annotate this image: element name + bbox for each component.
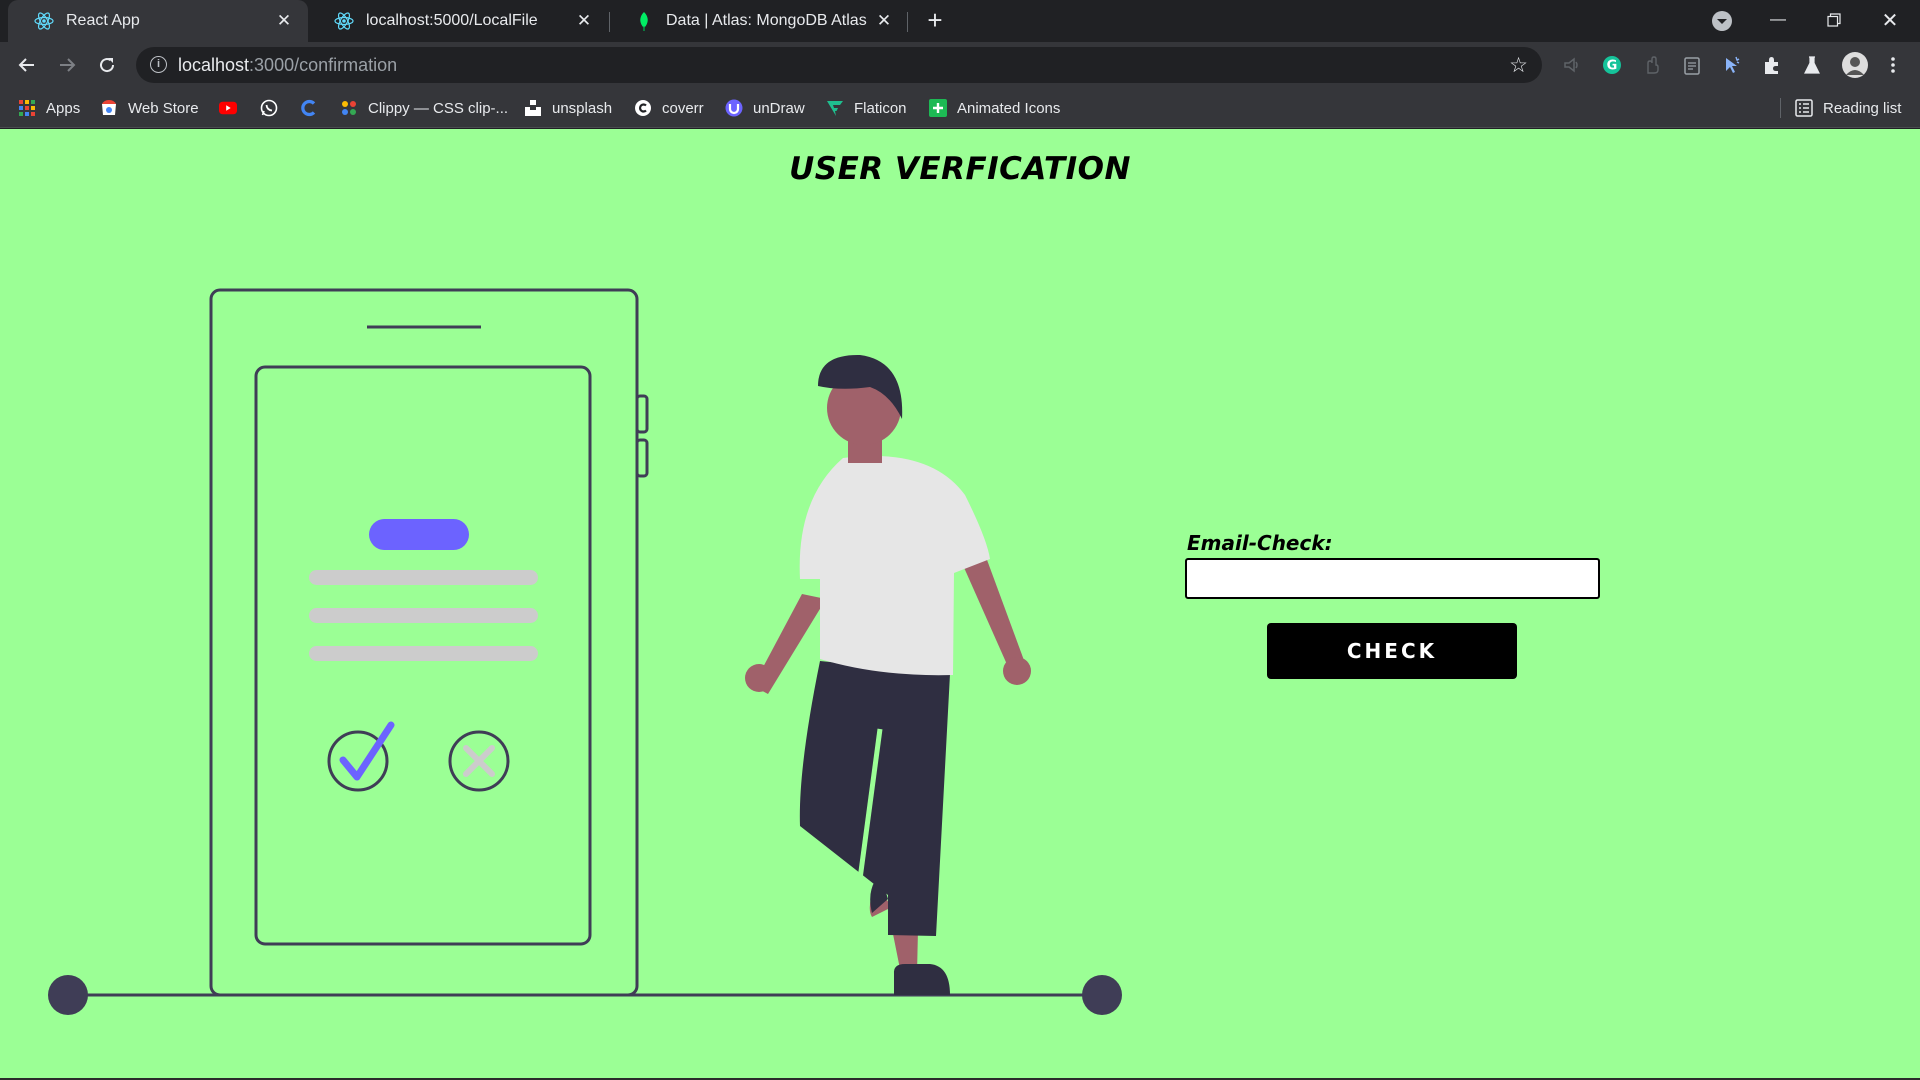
tab-localfile[interactable]: localhost:5000/LocalFile ✕ bbox=[308, 0, 608, 42]
clippy-icon bbox=[340, 99, 358, 117]
profile-avatar[interactable] bbox=[1841, 51, 1869, 79]
bookmark-separator bbox=[1780, 98, 1781, 118]
tab-close-icon[interactable]: ✕ bbox=[272, 9, 296, 33]
kebab-menu-icon[interactable] bbox=[1882, 54, 1904, 76]
minimize-icon[interactable]: — bbox=[1752, 0, 1804, 40]
tab-strip: React App ✕ localhost:5000/LocalFile ✕ D… bbox=[0, 0, 1920, 42]
tab-label: React App bbox=[66, 12, 140, 29]
react-icon bbox=[34, 11, 54, 31]
tab-react-app[interactable]: React App ✕ bbox=[8, 0, 308, 42]
new-tab-plus-icon[interactable]: + bbox=[921, 7, 949, 35]
web-store-icon bbox=[100, 99, 118, 117]
bookmark-web-store[interactable]: Web Store bbox=[100, 96, 199, 120]
bookmark-clippy[interactable]: Clippy — CSS clip-... bbox=[340, 96, 508, 120]
react-icon bbox=[334, 11, 354, 31]
bookmark-label: Flaticon bbox=[854, 99, 907, 117]
mongodb-leaf-icon bbox=[634, 11, 654, 31]
bookmark-label: coverr bbox=[662, 99, 704, 117]
tab-close-icon[interactable]: ✕ bbox=[872, 9, 896, 33]
tab-label: Data | Atlas: MongoDB Atlas bbox=[666, 12, 867, 29]
flaticon-icon bbox=[826, 99, 844, 117]
tab-label: localhost:5000/LocalFile bbox=[366, 12, 538, 29]
coverr-icon bbox=[634, 99, 652, 117]
bookmarks-bar: Apps Web Store Clippy — CSS clip-... uns… bbox=[0, 88, 1920, 128]
site-info-icon[interactable]: i bbox=[150, 56, 167, 73]
check-button[interactable]: CHECK bbox=[1267, 623, 1517, 679]
bookmark-whatsapp[interactable] bbox=[260, 96, 288, 120]
verification-illustration bbox=[48, 288, 1122, 1015]
svg-text:G: G bbox=[1607, 59, 1618, 74]
bookmark-coverr[interactable]: coverr bbox=[634, 96, 704, 120]
email-check-label: Email-Check: bbox=[1187, 531, 1333, 555]
back-arrow-icon[interactable] bbox=[12, 50, 42, 80]
email-check-input[interactable] bbox=[1185, 558, 1600, 599]
youtube-icon bbox=[219, 99, 237, 117]
restore-icon[interactable] bbox=[1808, 0, 1860, 40]
tab-mongodb-atlas[interactable]: Data | Atlas: MongoDB Atlas ✕ bbox=[608, 0, 908, 42]
tab-search-icon[interactable] bbox=[1712, 11, 1732, 31]
grammarly-icon[interactable]: G bbox=[1601, 54, 1623, 76]
accent-pill bbox=[369, 519, 469, 550]
bookmark-unsplash[interactable]: unsplash bbox=[524, 96, 612, 120]
bookmark-label: Apps bbox=[46, 99, 81, 117]
animated-icons-icon bbox=[929, 99, 947, 117]
whatsapp-icon bbox=[260, 99, 278, 117]
read-aloud-icon[interactable] bbox=[1561, 54, 1583, 76]
window-close-icon[interactable]: ✕ bbox=[1864, 0, 1916, 40]
bookmark-youtube[interactable] bbox=[219, 96, 247, 120]
url-path: :3000/confirmation bbox=[249, 55, 398, 75]
bookmark-label: Clippy — CSS clip-... bbox=[368, 99, 509, 117]
bookmark-flaticon[interactable]: Flaticon bbox=[826, 96, 907, 120]
reload-icon[interactable] bbox=[92, 50, 122, 80]
undraw-icon bbox=[725, 99, 743, 117]
ground-dot-right bbox=[1082, 975, 1122, 1015]
cross-mark-icon bbox=[463, 745, 495, 777]
tab-separator bbox=[907, 12, 908, 32]
bookmark-label: unsplash bbox=[552, 99, 613, 117]
url-text[interactable]: localhost:3000/confirmation bbox=[178, 55, 397, 76]
url-host: localhost bbox=[178, 55, 250, 75]
person-illustration bbox=[745, 354, 1031, 995]
bookmark-animated-icons[interactable]: Animated Icons bbox=[929, 96, 1060, 120]
bookmark-apps[interactable]: Apps bbox=[18, 96, 80, 120]
reading-list-icon bbox=[1795, 99, 1813, 117]
reading-list-label: Reading list bbox=[1823, 99, 1902, 117]
address-bar[interactable]: i localhost:3000/confirmation ☆ bbox=[136, 47, 1542, 83]
bookmark-undraw[interactable]: unDraw bbox=[725, 96, 805, 120]
bookmark-star-icon[interactable]: ☆ bbox=[1509, 53, 1528, 78]
ground-dot-left bbox=[48, 975, 88, 1015]
browser-toolbar: i localhost:3000/confirmation ☆ G bbox=[0, 42, 1920, 88]
phone-illustration bbox=[209, 288, 649, 997]
reading-list-button[interactable]: Reading list bbox=[1795, 96, 1901, 120]
tab-close-icon[interactable]: ✕ bbox=[572, 9, 596, 33]
bookmark-c-logo[interactable] bbox=[300, 96, 328, 120]
labs-flask-icon[interactable] bbox=[1801, 54, 1823, 76]
bookmark-label: Web Store bbox=[128, 99, 199, 117]
apps-grid-icon bbox=[18, 99, 36, 117]
bookmark-label: unDraw bbox=[753, 99, 805, 117]
extensions-puzzle-icon[interactable] bbox=[1761, 54, 1783, 76]
hand-icon[interactable] bbox=[1641, 54, 1663, 76]
forward-arrow-icon[interactable] bbox=[52, 50, 82, 80]
page-content: USER VERFICATION Email-Check: CHECK bbox=[0, 129, 1920, 1080]
cursor-picker-icon[interactable] bbox=[1721, 54, 1743, 76]
unsplash-icon bbox=[524, 99, 542, 117]
bookmark-label: Animated Icons bbox=[957, 99, 1061, 117]
clipboard-icon[interactable] bbox=[1681, 54, 1703, 76]
c-logo-icon bbox=[300, 99, 318, 117]
